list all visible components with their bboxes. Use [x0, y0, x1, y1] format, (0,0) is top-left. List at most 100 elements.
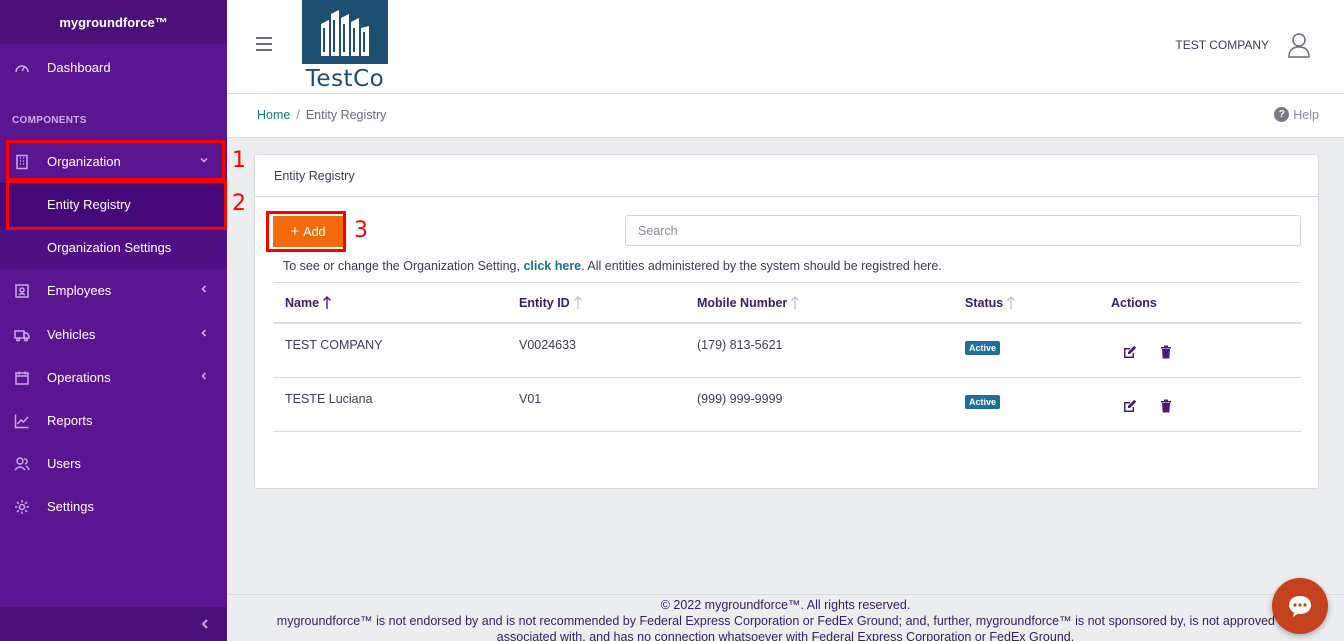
- sidebar-item-vehicles[interactable]: Vehicles: [0, 313, 227, 356]
- chat-widget-button[interactable]: [1272, 578, 1328, 634]
- sidebar-footer: [0, 607, 227, 641]
- edit-icon[interactable]: [1123, 399, 1137, 413]
- organization-submenu: Entity Registry Organization Settings: [0, 183, 227, 269]
- add-button[interactable]: + Add: [273, 216, 343, 247]
- chevron-down-icon: [199, 155, 211, 167]
- edit-icon[interactable]: [1123, 345, 1137, 359]
- sidebar-item-label: Organization: [47, 154, 121, 169]
- info-note: To see or change the Organization Settin…: [283, 259, 942, 273]
- column-header-name[interactable]: Name: [285, 296, 332, 310]
- cell-mobile-number: (179) 813-5621: [697, 338, 783, 352]
- gear-icon: [13, 498, 31, 516]
- sidebar-item-label: Dashboard: [47, 60, 111, 75]
- cell-mobile-number: (999) 999-9999: [697, 392, 783, 406]
- card-title: Entity Registry: [255, 155, 1318, 197]
- sidebar-item-label: Operations: [47, 370, 111, 385]
- table-row: TEST COMPANY V0024633 (179) 813-5621 Act…: [273, 324, 1301, 378]
- sidebar-item-reports[interactable]: Reports: [0, 399, 227, 442]
- column-header-label: Entity ID: [519, 296, 570, 310]
- copyright-text: © 2022 mygroundforce™. All rights reserv…: [660, 598, 911, 612]
- cell-name: TEST COMPANY: [285, 338, 383, 352]
- user-icon[interactable]: [1288, 32, 1310, 58]
- disclaimer-text-2: associated with, and has no connection w…: [496, 630, 1075, 641]
- note-text: To see or change the Organization Settin…: [283, 259, 520, 273]
- breadcrumb-current: Entity Registry: [305, 108, 387, 122]
- collapse-sidebar-icon[interactable]: [199, 618, 211, 630]
- company-name[interactable]: TEST COMPANY: [1175, 38, 1269, 52]
- column-header-label: Name: [285, 296, 320, 310]
- sidebar-item-entity-registry[interactable]: Entity Registry: [0, 183, 227, 226]
- line-chart-icon: [13, 412, 31, 430]
- sidebar-item-operations[interactable]: Operations: [0, 356, 227, 399]
- logo-text: TestCo: [305, 66, 385, 92]
- annotation-number: 3: [354, 218, 368, 243]
- chat-bubble-icon: [1289, 596, 1311, 617]
- column-header-mobile-number[interactable]: Mobile Number: [697, 296, 800, 310]
- entity-table: Name Entity ID Mobile Number Status Acti…: [273, 282, 1301, 432]
- question-circle-icon: ?: [1274, 107, 1290, 122]
- chevron-left-icon: [199, 284, 211, 296]
- status-badge: Active: [965, 341, 1001, 355]
- help-label: Help: [1293, 107, 1319, 122]
- sidebar-item-label: Reports: [47, 413, 93, 428]
- hamburger-menu-icon[interactable]: [256, 37, 272, 51]
- chevron-left-icon: [199, 371, 211, 383]
- sidebar-item-label: Users: [47, 456, 81, 471]
- column-header-status[interactable]: Status: [965, 296, 1016, 310]
- users-icon: [13, 455, 31, 473]
- speedometer-icon: [13, 59, 31, 77]
- organization-setting-link[interactable]: click here: [523, 259, 581, 273]
- sidebar-brand[interactable]: mygroundforce™: [0, 0, 227, 44]
- building-icon: [13, 153, 31, 171]
- sidebar-item-organization-settings[interactable]: Organization Settings: [0, 226, 227, 269]
- cell-entity-id: V0024633: [519, 338, 577, 352]
- chevron-left-icon: [199, 328, 211, 340]
- breadcrumb-bar: Home / Entity Registry ? Help: [227, 94, 1344, 138]
- calendar-icon: [13, 369, 31, 387]
- note-text: . All entities administered by the syste…: [581, 259, 942, 273]
- status-badge: Active: [965, 395, 1001, 409]
- sidebar-item-employees[interactable]: Employees: [0, 269, 227, 312]
- column-header-actions: Actions: [1111, 296, 1157, 310]
- cell-entity-id: V01: [519, 392, 542, 406]
- annotation-number: 2: [232, 191, 246, 216]
- plus-icon: +: [290, 223, 300, 240]
- trash-icon[interactable]: [1159, 345, 1173, 359]
- sidebar: mygroundforce™ Dashboard COMPONENTS Orga…: [0, 0, 227, 641]
- top-header: TestCo TEST COMPANY: [227, 0, 1344, 94]
- sidebar-item-users[interactable]: Users: [0, 442, 227, 485]
- sidebar-section-title: COMPONENTS: [12, 115, 87, 126]
- entity-registry-card: Entity Registry + Add To see or change t…: [254, 154, 1319, 489]
- truck-icon: [13, 326, 31, 344]
- table-row: TESTE Luciana V01 (999) 999-9999 Active: [273, 378, 1301, 432]
- breadcrumb-home-link[interactable]: Home: [257, 108, 290, 122]
- table-header: Name Entity ID Mobile Number Status Acti…: [273, 282, 1301, 324]
- sidebar-item-settings[interactable]: Settings: [0, 485, 227, 528]
- sort-arrow-up-icon: [573, 296, 583, 310]
- trash-icon[interactable]: [1159, 399, 1173, 413]
- column-header-label: Status: [965, 296, 1004, 310]
- column-header-label: Actions: [1111, 296, 1157, 310]
- sort-arrow-up-icon: [790, 296, 800, 310]
- company-logo: TestCo: [302, 0, 388, 92]
- cell-name: TESTE Luciana: [285, 392, 373, 406]
- help-link[interactable]: ? Help: [1274, 107, 1319, 122]
- search-input[interactable]: [625, 215, 1301, 246]
- id-card-icon: [13, 282, 31, 300]
- sort-arrow-up-icon: [322, 296, 332, 310]
- page-footer: © 2022 mygroundforce™. All rights reserv…: [227, 594, 1344, 641]
- annotation-number: 1: [232, 148, 246, 173]
- sidebar-item-label: Settings: [47, 499, 94, 514]
- sidebar-item-organization[interactable]: Organization: [0, 140, 227, 183]
- breadcrumb: Home / Entity Registry: [257, 108, 386, 122]
- breadcrumb-separator: /: [296, 108, 300, 122]
- sidebar-item-dashboard[interactable]: Dashboard: [0, 46, 227, 89]
- sidebar-item-label: Vehicles: [47, 327, 96, 342]
- buildings-logo-icon: [302, 0, 388, 64]
- add-button-label: Add: [303, 224, 326, 239]
- column-header-label: Mobile Number: [697, 296, 788, 310]
- sort-arrow-up-icon: [1006, 296, 1016, 310]
- sidebar-item-label: Employees: [47, 283, 112, 298]
- disclaimer-text: mygroundforce™ is not endorsed by and is…: [276, 614, 1295, 628]
- column-header-entity-id[interactable]: Entity ID: [519, 296, 583, 310]
